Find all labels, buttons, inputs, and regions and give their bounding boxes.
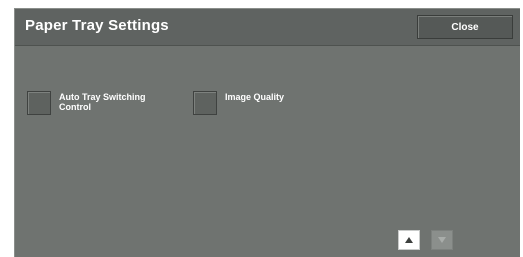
page-title: Paper Tray Settings xyxy=(25,17,169,34)
header-bar: Paper Tray Settings Close xyxy=(15,9,520,46)
option-button-square[interactable] xyxy=(193,91,217,115)
triangle-up-icon xyxy=(405,237,413,243)
close-button[interactable]: Close xyxy=(417,15,513,39)
scroll-down-button[interactable] xyxy=(431,230,453,250)
auto-tray-switching-control-option[interactable]: Auto Tray Switching Control xyxy=(27,91,159,115)
scroll-up-button[interactable] xyxy=(398,230,420,250)
triangle-down-icon xyxy=(438,237,446,243)
image-quality-option[interactable]: Image Quality xyxy=(193,91,325,115)
option-label: Auto Tray Switching Control xyxy=(59,92,146,112)
option-label: Image Quality xyxy=(225,92,285,102)
option-button-square[interactable] xyxy=(27,91,51,115)
settings-panel: Paper Tray Settings Close Auto Tray Swit… xyxy=(14,8,520,257)
